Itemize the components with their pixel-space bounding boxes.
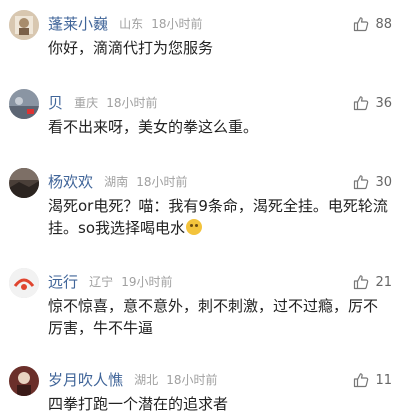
like-count: 36 <box>375 95 392 111</box>
comment-meta: 贝 重庆 18小时前 <box>48 92 158 114</box>
comment-line: 挂。so我选择喝电水 <box>48 217 390 239</box>
like-count: 21 <box>375 274 392 290</box>
username[interactable]: 蓬莱小巍 <box>48 15 108 33</box>
avatar[interactable] <box>9 366 39 396</box>
username[interactable]: 贝 <box>48 94 63 112</box>
like-button[interactable]: 11 <box>353 370 392 390</box>
like-button[interactable]: 88 <box>353 14 392 34</box>
location: 山东 <box>119 17 144 31</box>
thumbs-up-icon <box>354 96 369 111</box>
comment-meta: 岁月吹人憔 湖北 18小时前 <box>48 369 218 391</box>
location: 重庆 <box>74 96 99 110</box>
comment-line: 厉害，牛不牛逼 <box>48 319 154 337</box>
comment-line: 四拳打跑一个潜在的追求者 <box>48 395 229 413</box>
avatar-image <box>9 89 39 119</box>
avatar[interactable] <box>9 168 39 198</box>
comment-text: 你好，滴滴代打为您服务 <box>48 37 390 59</box>
avatar[interactable] <box>9 268 39 298</box>
comment-line: 渴死or电死？喵：我有9条命，渴死全挂。电死轮流 <box>48 197 388 215</box>
thumbs-up-icon <box>354 373 369 388</box>
timestamp: 18小时前 <box>151 17 203 31</box>
comment-meta: 杨欢欢 湖南 18小时前 <box>48 171 188 193</box>
like-count: 88 <box>375 16 392 32</box>
comment-text: 看不出来呀，美女的拳这么重。 <box>48 116 390 138</box>
location: 湖南 <box>104 175 129 189</box>
username[interactable]: 远行 <box>48 273 78 291</box>
thumbs-up-icon <box>354 17 369 32</box>
avatar-image <box>9 366 39 396</box>
like-button[interactable]: 21 <box>353 272 392 292</box>
comment-line: 你好，滴滴代打为您服务 <box>48 39 214 57</box>
comment-text: 四拳打跑一个潜在的追求者 <box>48 393 390 415</box>
avatar[interactable] <box>9 10 39 40</box>
username[interactable]: 杨欢欢 <box>48 173 93 191</box>
timestamp: 18小时前 <box>106 96 158 110</box>
like-count: 11 <box>375 372 392 388</box>
comment-text: 渴死or电死？喵：我有9条命，渴死全挂。电死轮流 挂。so我选择喝电水 <box>48 195 390 239</box>
avatar-image <box>9 168 39 198</box>
comment-meta: 远行 辽宁 19小时前 <box>48 271 173 293</box>
comment-meta: 蓬莱小巍 山东 18小时前 <box>48 13 203 35</box>
like-button[interactable]: 30 <box>353 172 392 192</box>
location: 湖北 <box>134 373 159 387</box>
avatar-image <box>9 10 39 40</box>
location: 辽宁 <box>89 275 114 289</box>
comment-line: 看不出来呀，美女的拳这么重。 <box>48 118 259 136</box>
comment-list: 蓬莱小巍 山东 18小时前 88 你好，滴滴代打为您服务 贝 重庆 18小时前 … <box>0 0 402 418</box>
username[interactable]: 岁月吹人憔 <box>48 371 123 389</box>
thumbs-up-icon <box>354 275 369 290</box>
comment-line: 惊不惊喜，意不意外，刺不刺激，过不过瘾，厉不 <box>48 297 379 315</box>
comment-text: 惊不惊喜，意不意外，刺不刺激，过不过瘾，厉不 厉害，牛不牛逼 <box>48 295 390 339</box>
like-count: 30 <box>375 174 392 190</box>
comment-line-text: 挂。so我选择喝电水 <box>48 219 185 237</box>
like-button[interactable]: 36 <box>353 93 392 113</box>
thumbs-up-icon <box>354 175 369 190</box>
avatar[interactable] <box>9 89 39 119</box>
timestamp: 18小时前 <box>136 175 188 189</box>
timestamp: 18小时前 <box>166 373 218 387</box>
avatar-image <box>9 268 39 298</box>
timestamp: 19小时前 <box>121 275 173 289</box>
smiley-emoji-icon <box>186 219 202 235</box>
